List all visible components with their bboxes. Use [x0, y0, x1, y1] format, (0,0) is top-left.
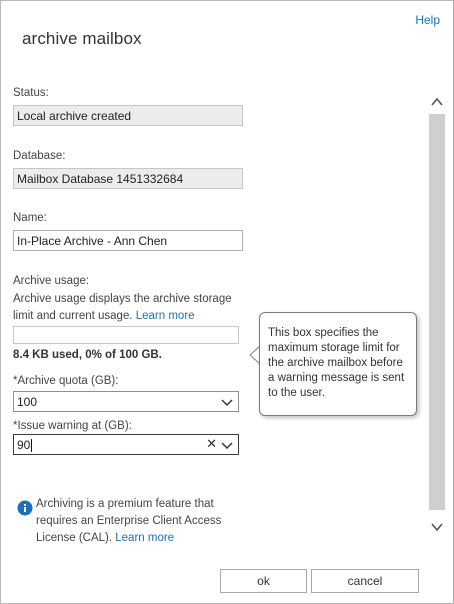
issue-warning-text: 90	[17, 438, 31, 452]
issue-warning-label: *Issue warning at (GB):	[13, 420, 132, 432]
usage-learn-more-link[interactable]: Learn more	[136, 310, 195, 322]
dialog-window: Help archive mailbox Status: Local archi…	[0, 0, 454, 604]
scrollbar-thumb[interactable]	[429, 114, 445, 510]
archive-quota-label: *Archive quota (GB):	[13, 375, 119, 387]
status-field: Local archive created	[13, 105, 243, 126]
clear-icon[interactable]: ✕	[206, 436, 217, 452]
status-label: Status:	[13, 87, 49, 99]
ok-button[interactable]: ok	[220, 569, 307, 593]
archive-quota-value: 100	[17, 395, 38, 409]
chevron-down-icon[interactable]	[430, 520, 444, 534]
text-caret	[31, 439, 33, 453]
issue-warning-value: 90	[17, 438, 33, 453]
chevron-down-icon[interactable]	[220, 395, 234, 409]
chevron-up-icon[interactable]	[430, 95, 444, 109]
cancel-button[interactable]: cancel	[311, 569, 419, 593]
archive-usage-bar	[13, 326, 239, 344]
archive-usage-description: Archive usage displays the archive stora…	[13, 291, 248, 325]
archive-usage-label: Archive usage:	[13, 275, 90, 287]
page-title: archive mailbox	[22, 29, 142, 48]
vertical-scrollbar[interactable]	[425, 89, 449, 541]
name-label: Name:	[13, 212, 47, 224]
info-icon	[17, 500, 33, 516]
database-field: Mailbox Database 1451332684	[13, 168, 243, 189]
name-field[interactable]: In-Place Archive - Ann Chen	[13, 230, 243, 251]
database-label: Database:	[13, 150, 66, 162]
archive-usage-text: Archive usage displays the archive stora…	[13, 293, 232, 322]
help-tooltip: This box specifies the maximum storage l…	[259, 312, 417, 416]
archive-quota-select[interactable]: 100	[13, 391, 239, 412]
chevron-down-icon[interactable]	[220, 438, 234, 452]
usage-summary: 8.4 KB used, 0% of 100 GB.	[13, 349, 162, 361]
premium-feature-notice: Archiving is a premium feature that requ…	[36, 496, 241, 547]
help-link[interactable]: Help	[415, 13, 440, 27]
cal-learn-more-link[interactable]: Learn more	[115, 532, 174, 544]
issue-warning-select[interactable]: 90 ✕	[13, 434, 239, 455]
